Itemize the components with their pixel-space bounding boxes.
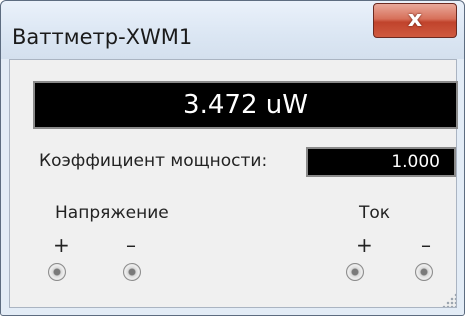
power-display: 3.472 uW — [33, 81, 458, 129]
current-plus-terminal-icon[interactable] — [346, 263, 364, 281]
close-icon: x — [407, 7, 423, 32]
power-factor-label: Коэффициент мощности: — [39, 151, 268, 171]
current-minus-sign: – — [421, 233, 431, 257]
current-plus-sign: + — [356, 233, 373, 257]
current-label: Ток — [359, 203, 391, 223]
close-button[interactable]: x — [373, 3, 457, 38]
current-minus-terminal-icon[interactable] — [415, 263, 433, 281]
voltage-minus-sign: – — [126, 233, 136, 257]
power-factor-display: 1.000 — [306, 147, 456, 177]
voltage-minus-terminal-icon[interactable] — [123, 263, 141, 281]
voltage-plus-sign: + — [53, 233, 70, 257]
wattmeter-window: Ваттметр-XWM1 x 3.472 uW Коэффициент мощ… — [0, 0, 465, 316]
voltage-plus-terminal-icon[interactable] — [48, 263, 66, 281]
voltage-label: Напряжение — [55, 203, 169, 223]
window-title: Ваттметр-XWM1 — [12, 25, 193, 49]
title-bar[interactable]: Ваттметр-XWM1 x — [1, 1, 464, 59]
